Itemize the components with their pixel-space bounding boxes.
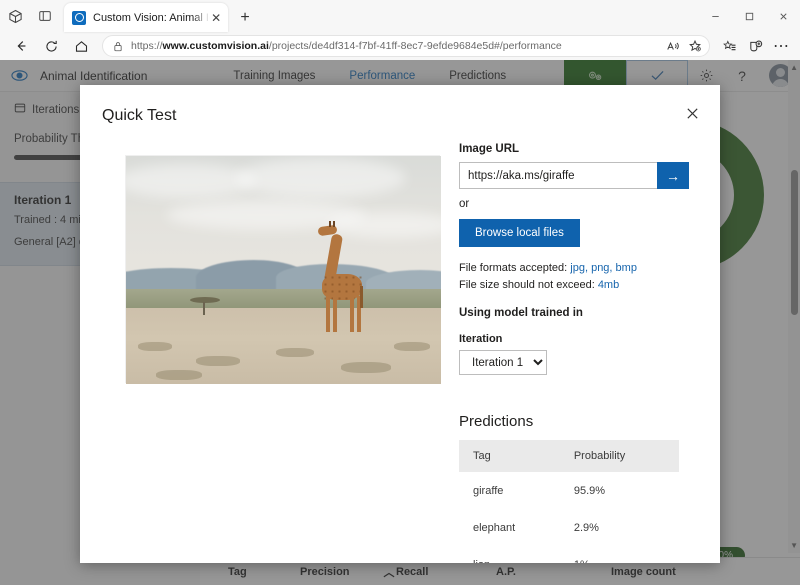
back-icon[interactable] bbox=[6, 33, 36, 59]
quick-test-dialog: Quick Test Image URL https://aka.ms/gira… bbox=[80, 85, 720, 563]
table-row: giraffe 95.9% bbox=[459, 472, 679, 510]
more-options-icon[interactable]: ⋯ bbox=[768, 34, 794, 58]
collections-icon[interactable] bbox=[716, 34, 742, 58]
read-aloud-icon[interactable] bbox=[663, 36, 683, 56]
window-maximize-button[interactable] bbox=[732, 1, 766, 31]
tab-actions-icon[interactable] bbox=[0, 2, 30, 30]
favorite-star-icon[interactable] bbox=[685, 36, 705, 56]
vertical-tabs-icon[interactable] bbox=[30, 2, 60, 30]
prediction-probability: 95.9% bbox=[569, 472, 679, 510]
iteration-field-label: Iteration bbox=[459, 333, 503, 346]
window-close-button[interactable] bbox=[766, 1, 800, 31]
table-row: lion 1% bbox=[459, 546, 679, 563]
image-url-input[interactable] bbox=[459, 162, 657, 189]
browser-chrome: Custom Vision: Animal Identificat ✕ + bbox=[0, 0, 800, 60]
image-url-row: → bbox=[459, 162, 689, 189]
predictions-col-tag: Tag bbox=[459, 440, 570, 473]
quick-test-form: Image URL → or Browse local files File f… bbox=[459, 143, 689, 563]
image-preview bbox=[125, 155, 441, 384]
lock-icon bbox=[111, 41, 125, 52]
iteration-select[interactable]: Iteration 1 bbox=[459, 350, 547, 376]
submit-url-button[interactable]: → bbox=[657, 162, 689, 189]
prediction-probability: 1% bbox=[569, 546, 679, 563]
prediction-tag: giraffe bbox=[459, 472, 570, 510]
refresh-icon[interactable] bbox=[36, 33, 66, 59]
tab-close-icon[interactable]: ✕ bbox=[210, 12, 222, 24]
browser-essentials-icon[interactable] bbox=[742, 34, 768, 58]
file-formats-value: jpg, png, bmp bbox=[570, 262, 637, 274]
or-separator-label: or bbox=[459, 198, 470, 210]
omnibox-icons bbox=[663, 36, 705, 56]
prediction-tag: elephant bbox=[459, 509, 570, 547]
dialog-title: Quick Test bbox=[102, 107, 177, 124]
tab-title: Custom Vision: Animal Identificat bbox=[93, 11, 210, 24]
browser-toolbar: https://www.customvision.ai/projects/de4… bbox=[0, 32, 800, 60]
predictions-col-probability: Probability bbox=[569, 440, 679, 473]
predictions-header-row: Tag Probability bbox=[459, 440, 679, 473]
image-url-label: Image URL bbox=[459, 143, 520, 155]
file-size-value: 4mb bbox=[597, 279, 620, 292]
close-icon[interactable] bbox=[678, 99, 706, 127]
predictions-table: Tag Probability giraffe 95.9% elephant 2… bbox=[459, 440, 679, 563]
window-controls bbox=[698, 0, 800, 32]
url-text: https://www.customvision.ai/projects/de4… bbox=[131, 40, 562, 52]
custom-vision-favicon-icon bbox=[72, 10, 86, 25]
predictions-title: Predictions bbox=[459, 413, 534, 431]
window-minimize-button[interactable] bbox=[698, 1, 732, 31]
table-row: elephant 2.9% bbox=[459, 509, 679, 547]
browser-tab[interactable]: Custom Vision: Animal Identificat ✕ bbox=[64, 3, 228, 32]
dialog-body: Image URL → or Browse local files File f… bbox=[80, 143, 720, 563]
address-bar[interactable]: https://www.customvision.ai/projects/de4… bbox=[102, 35, 710, 57]
tab-strip: Custom Vision: Animal Identificat ✕ + bbox=[0, 0, 800, 32]
using-model-label: Using model trained in bbox=[459, 307, 583, 320]
prediction-tag: lion bbox=[459, 546, 570, 563]
file-formats-note: File formats accepted: jpg, png, bmp Fil… bbox=[459, 262, 637, 292]
home-icon[interactable] bbox=[66, 33, 96, 59]
screen-root: Custom Vision: Animal Identificat ✕ + bbox=[0, 0, 800, 585]
new-tab-button[interactable]: + bbox=[232, 5, 258, 31]
browse-local-files-button[interactable]: Browse local files bbox=[459, 219, 580, 247]
prediction-probability: 2.9% bbox=[569, 509, 679, 547]
giraffe-preview-image bbox=[125, 155, 441, 384]
